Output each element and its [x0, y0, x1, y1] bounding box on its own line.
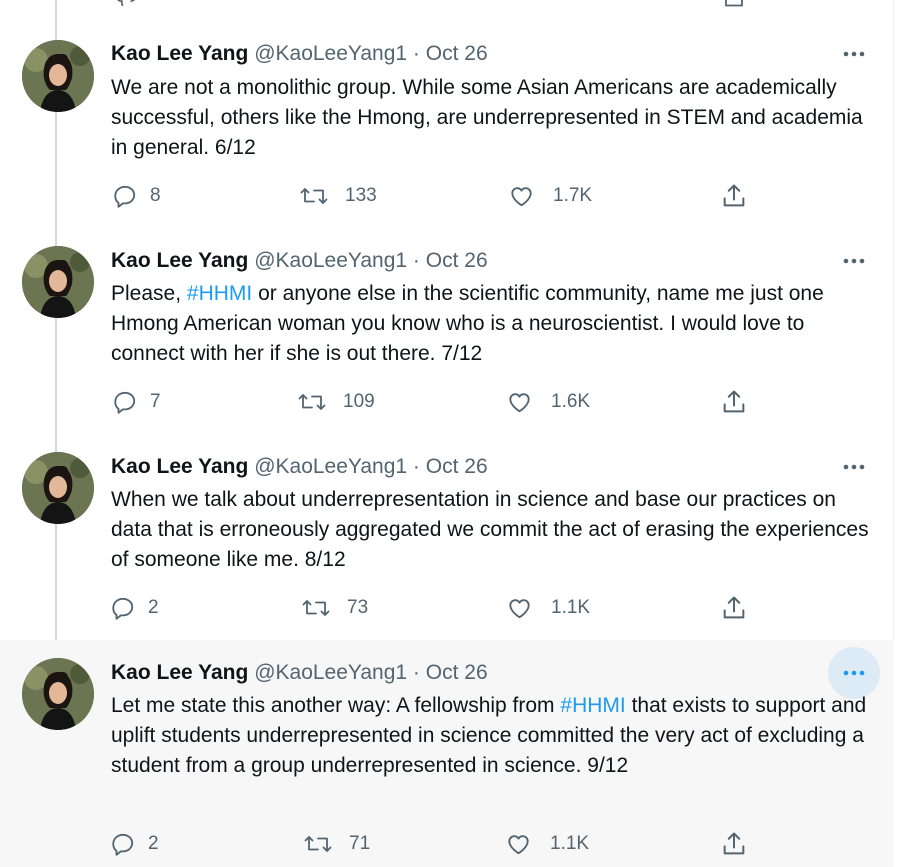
like-count: 1.6K: [551, 391, 591, 412]
tweet-thread: Kao Lee Yang @KaoLeeYang1 · Oct 26 We ar…: [0, 0, 894, 867]
separator-dot: ·: [412, 661, 420, 684]
reply-button[interactable]: 8: [112, 181, 161, 211]
tweet-date[interactable]: Oct 26: [426, 661, 488, 684]
tweet-date[interactable]: Oct 26: [426, 42, 488, 65]
retweet-icon: [304, 831, 332, 857]
retweet-button[interactable]: 109: [298, 387, 375, 417]
retweet-count: 71: [349, 833, 371, 854]
share-icon: [720, 388, 748, 416]
hashtag-link[interactable]: #HHMI: [560, 694, 625, 717]
heart-icon: [508, 183, 535, 209]
separator-dot: ·: [412, 455, 420, 478]
share-button[interactable]: [720, 387, 748, 417]
retweet-icon: [302, 595, 330, 621]
tweet-text-segment: Please,: [111, 282, 187, 305]
tweet-actions: 2 73 1.1K: [0, 593, 894, 623]
tweet-actions: 2 71 1.1K: [0, 829, 894, 859]
reply-icon: [110, 831, 136, 857]
tweet-text: Please, #HHMI or anyone else in the scie…: [111, 279, 871, 369]
author-handle[interactable]: @KaoLeeYang1: [254, 661, 407, 684]
retweet-icon: [298, 389, 326, 415]
retweet-button[interactable]: 73: [302, 593, 368, 623]
retweet-count: 73: [347, 597, 369, 618]
reply-count: 7: [150, 391, 161, 412]
tweet-date[interactable]: Oct 26: [426, 249, 488, 272]
reply-button[interactable]: 2: [110, 829, 159, 859]
like-button[interactable]: 1.1K: [506, 593, 590, 623]
share-button[interactable]: [720, 593, 748, 623]
heart-icon: [506, 595, 533, 621]
previous-tweet-actions: [0, 0, 894, 24]
tweet-text-segment: Let me state this another way: A fellows…: [111, 694, 561, 717]
tweet-header: Kao Lee Yang @KaoLeeYang1 · Oct 26: [111, 661, 488, 685]
tweet-actions: 8 133 1.7K: [0, 181, 894, 211]
reply-button[interactable]: 7: [112, 387, 161, 417]
author-handle[interactable]: @KaoLeeYang1: [254, 42, 407, 65]
share-icon[interactable]: [722, 0, 746, 15]
heart-icon: [505, 831, 532, 857]
author-name[interactable]: Kao Lee Yang: [111, 455, 248, 478]
reply-button[interactable]: 2: [110, 593, 159, 623]
tweet[interactable]: Kao Lee Yang @KaoLeeYang1 · Oct 26 We ar…: [0, 24, 894, 231]
more-horizontal-icon: [843, 670, 865, 676]
tweet[interactable]: Kao Lee Yang @KaoLeeYang1 · Oct 26 Let m…: [0, 640, 894, 867]
tweet-text: Let me state this another way: A fellows…: [111, 691, 871, 781]
reply-count: 2: [148, 597, 159, 618]
like-button[interactable]: 1.7K: [508, 181, 592, 211]
reply-icon[interactable]: [115, 0, 137, 13]
tweet-text: When we talk about underrepresentation i…: [111, 485, 871, 575]
heart-icon: [506, 389, 533, 415]
avatar[interactable]: [22, 40, 94, 112]
retweet-count: 109: [343, 391, 375, 412]
retweet-count: 133: [345, 185, 377, 206]
share-button[interactable]: [720, 829, 748, 859]
separator-dot: ·: [412, 249, 420, 272]
share-icon: [720, 594, 748, 622]
retweet-icon: [300, 183, 328, 209]
author-handle[interactable]: @KaoLeeYang1: [254, 249, 407, 272]
author-name[interactable]: Kao Lee Yang: [111, 661, 248, 684]
like-button[interactable]: 1.6K: [506, 387, 590, 417]
author-name[interactable]: Kao Lee Yang: [111, 42, 248, 65]
retweet-button[interactable]: 133: [300, 181, 377, 211]
tweet-header: Kao Lee Yang @KaoLeeYang1 · Oct 26: [111, 249, 488, 273]
like-count: 1.1K: [550, 833, 590, 854]
share-icon: [720, 182, 748, 210]
author-name[interactable]: Kao Lee Yang: [111, 249, 248, 272]
retweet-button[interactable]: 71: [304, 829, 370, 859]
reply-icon: [112, 183, 138, 209]
avatar[interactable]: [22, 658, 94, 730]
tweet-date[interactable]: Oct 26: [426, 455, 488, 478]
tweet-text: We are not a monolithic group. While som…: [111, 73, 871, 163]
tweet-header: Kao Lee Yang @KaoLeeYang1 · Oct 26: [111, 42, 488, 66]
tweet-header: Kao Lee Yang @KaoLeeYang1 · Oct 26: [111, 455, 488, 479]
share-button[interactable]: [720, 181, 748, 211]
avatar[interactable]: [22, 246, 94, 318]
tweet-actions: 7 109 1.6K: [0, 387, 894, 417]
tweet[interactable]: Kao Lee Yang @KaoLeeYang1 · Oct 26 When …: [0, 437, 894, 640]
author-handle[interactable]: @KaoLeeYang1: [254, 455, 407, 478]
separator-dot: ·: [412, 42, 420, 65]
share-icon: [720, 830, 748, 858]
more-horizontal-icon: [843, 51, 865, 57]
reply-icon: [112, 389, 138, 415]
like-count: 1.1K: [551, 597, 591, 618]
avatar[interactable]: [22, 452, 94, 524]
reply-count: 2: [148, 833, 159, 854]
more-horizontal-icon: [843, 464, 865, 470]
tweet-text-segment: When we talk about underrepresentation i…: [111, 488, 869, 571]
hashtag-link[interactable]: #HHMI: [187, 282, 252, 305]
more-horizontal-icon: [843, 258, 865, 264]
like-button[interactable]: 1.1K: [505, 829, 589, 859]
reply-count: 8: [150, 185, 161, 206]
like-count: 1.7K: [553, 185, 593, 206]
reply-icon: [110, 595, 136, 621]
tweet-text-segment: We are not a monolithic group. While som…: [111, 76, 863, 159]
tweet[interactable]: Kao Lee Yang @KaoLeeYang1 · Oct 26 Pleas…: [0, 231, 894, 437]
